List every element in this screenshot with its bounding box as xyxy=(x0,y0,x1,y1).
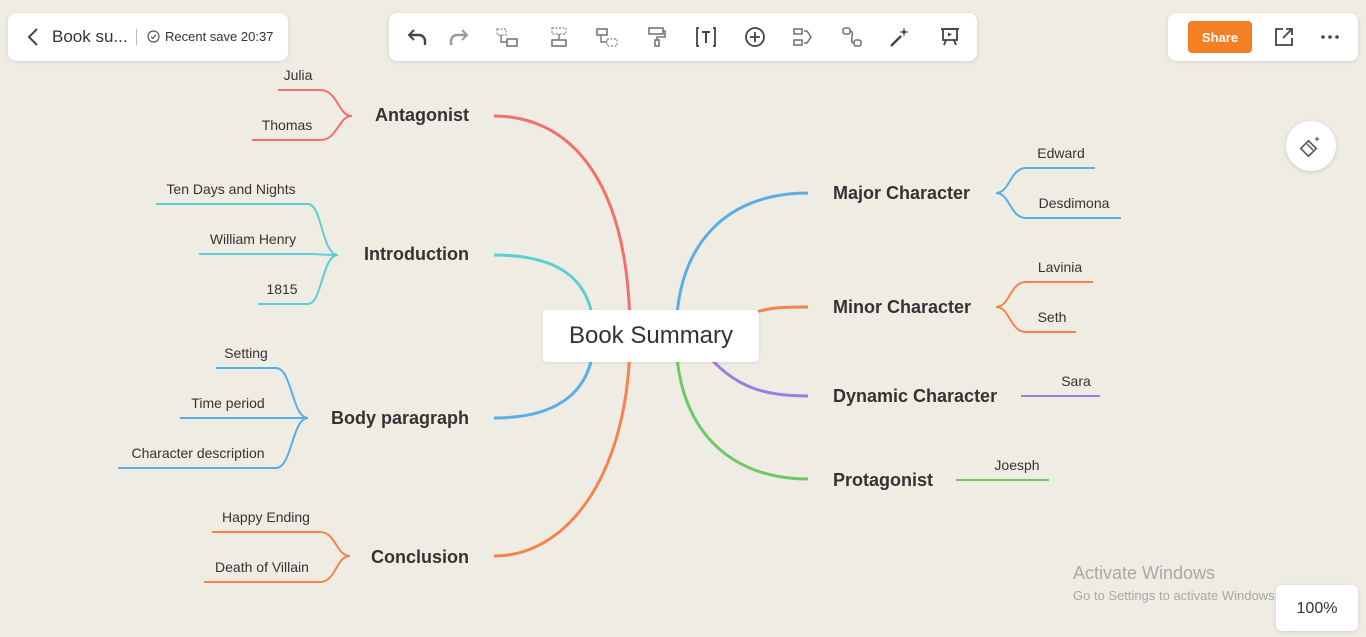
leaf-death-of-villain[interactable]: Death of Villain xyxy=(215,559,309,575)
leaf-joesph[interactable]: Joesph xyxy=(994,457,1039,473)
leaf-1815[interactable]: 1815 xyxy=(266,281,297,297)
leaf-julia[interactable]: Julia xyxy=(284,67,313,83)
leaf-lavinia[interactable]: Lavinia xyxy=(1038,259,1083,275)
branch-line-dynamic xyxy=(710,358,809,398)
leaf-edward[interactable]: Edward xyxy=(1037,145,1084,161)
leaf-setting[interactable]: Setting xyxy=(224,345,268,361)
branch-line-antagonist xyxy=(493,114,632,337)
leaf-line xyxy=(212,531,351,557)
topic-body-paragraph[interactable]: Body paragraph xyxy=(331,408,469,428)
topic-antagonist[interactable]: Antagonist xyxy=(375,105,469,125)
leaf-line xyxy=(995,167,1095,194)
topic-minor-character[interactable]: Minor Character xyxy=(833,297,971,317)
topic-introduction[interactable]: Introduction xyxy=(364,244,469,264)
leaf-thomas[interactable]: Thomas xyxy=(262,117,313,133)
leaf-line xyxy=(995,281,1093,308)
leaf-desdimona[interactable]: Desdimona xyxy=(1039,195,1110,211)
leaf-happy-ending[interactable]: Happy Ending xyxy=(222,509,310,525)
leaf-line xyxy=(156,203,339,256)
watermark-subtitle: Go to Settings to activate Windows. xyxy=(1073,588,1279,603)
leaf-character-description[interactable]: Character description xyxy=(131,445,264,461)
branch-line-conclusion xyxy=(493,335,632,558)
topic-conclusion[interactable]: Conclusion xyxy=(371,547,469,567)
leaf-time-period[interactable]: Time period xyxy=(191,395,264,411)
topic-protagonist[interactable]: Protagonist xyxy=(833,470,933,490)
watermark-title: Activate Windows xyxy=(1073,563,1216,583)
zoom-level[interactable]: 100% xyxy=(1276,585,1358,631)
leaf-line xyxy=(199,253,339,256)
topic-major-character[interactable]: Major Character xyxy=(833,183,970,203)
root-topic[interactable]: Book Summary xyxy=(543,310,759,362)
leaf-line xyxy=(278,89,353,117)
leaf-william-henry[interactable]: William Henry xyxy=(210,231,296,247)
leaf-ten-days-and-nights[interactable]: Ten Days and Nights xyxy=(166,181,295,197)
topic-dynamic-character[interactable]: Dynamic Character xyxy=(833,386,997,406)
leaf-sara[interactable]: Sara xyxy=(1061,373,1091,389)
activation-watermark: Activate Windows Go to Settings to activ… xyxy=(1073,563,1278,603)
leaf-seth[interactable]: Seth xyxy=(1038,309,1067,325)
